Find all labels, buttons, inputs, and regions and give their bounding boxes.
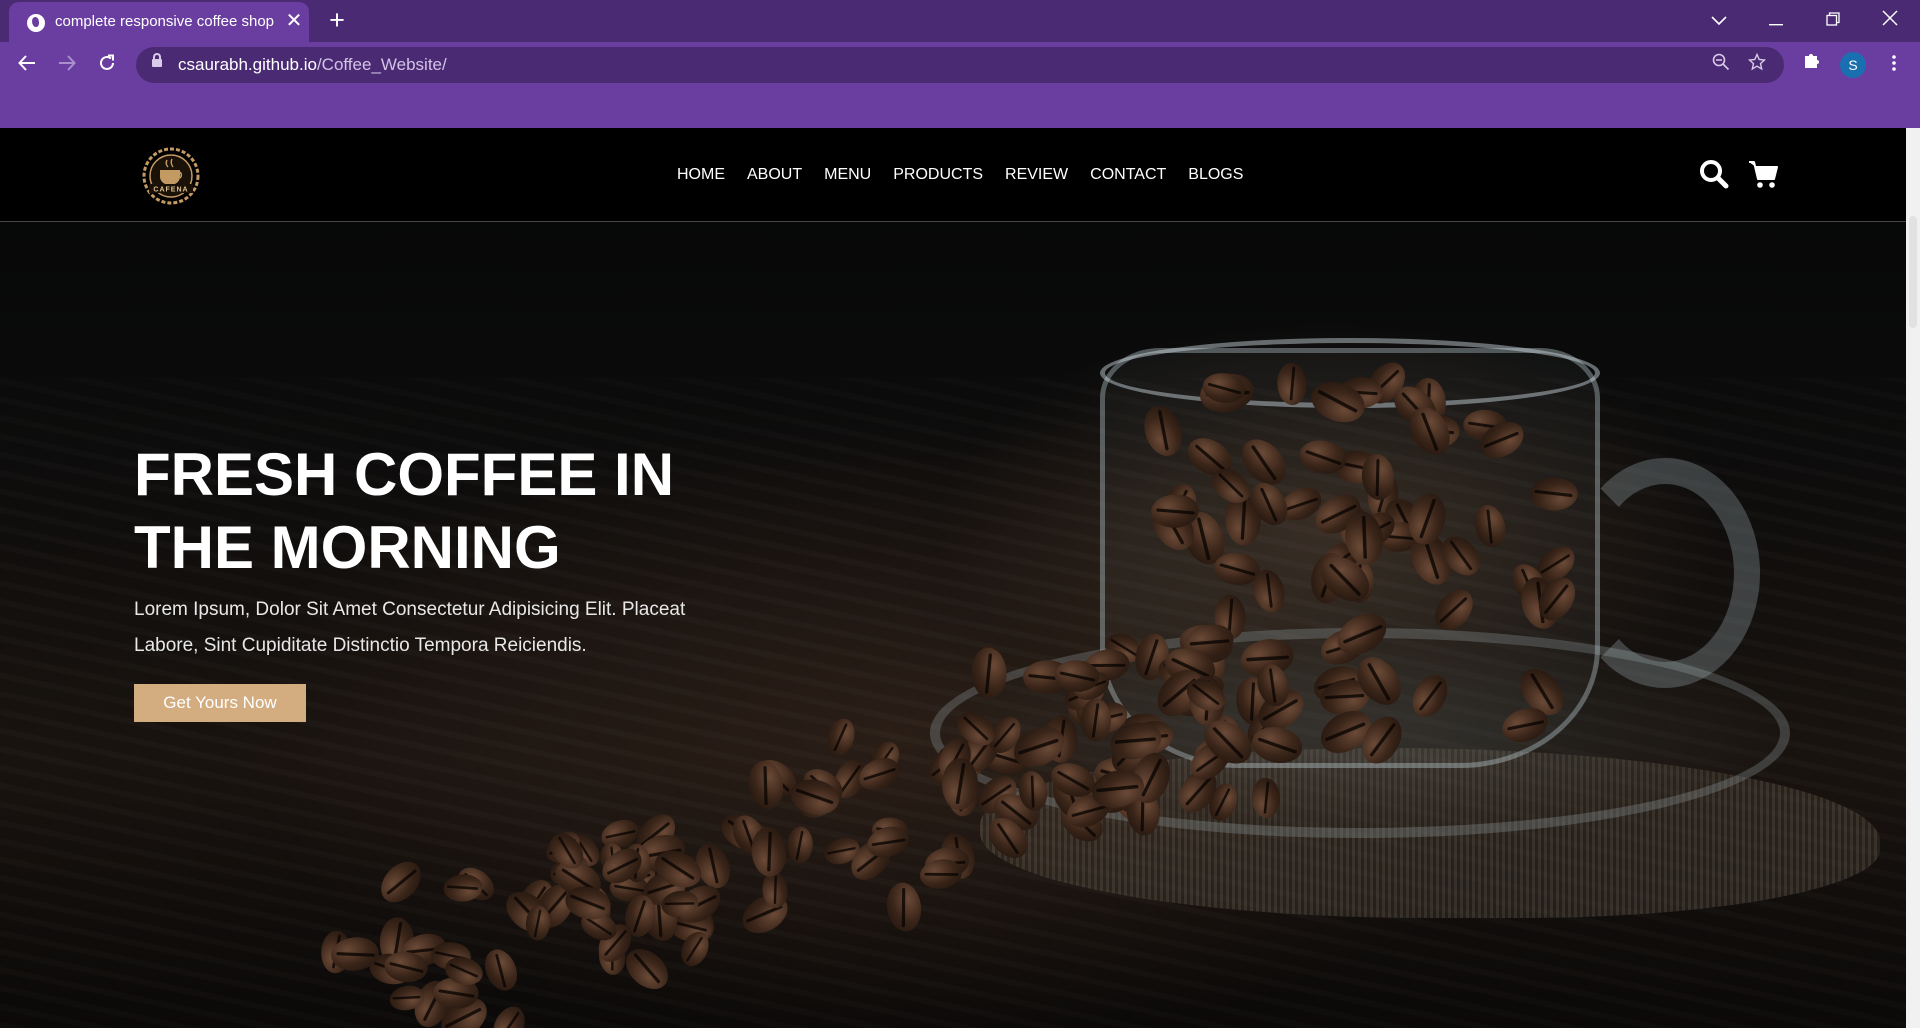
nav-blogs[interactable]: BLOGS [1188, 166, 1243, 184]
nav-home[interactable]: HOME [677, 166, 725, 184]
tab-title: complete responsive coffee shop website … [55, 13, 277, 30]
restore-icon [1826, 12, 1840, 26]
url-path: /Coffee_Website/ [316, 55, 447, 74]
coffee-bean [941, 757, 979, 810]
tab-strip: complete responsive coffee shop website … [0, 0, 1920, 42]
puzzle-icon [1805, 54, 1819, 68]
hero-subtitle-line1: Lorem Ipsum, Dolor Sit Amet Consectetur … [134, 599, 686, 620]
chevron-down-icon [1711, 16, 1727, 26]
cart-button[interactable] [1748, 158, 1780, 190]
back-button[interactable] [10, 48, 44, 82]
arrow-right-icon [59, 55, 76, 71]
reload-icon [100, 54, 114, 70]
extensions-button[interactable] [1798, 50, 1826, 78]
site-header: CAFENA HOME ABOUT MENU PRODUCTS REVIEW C… [0, 128, 1920, 222]
reload-button[interactable] [90, 48, 124, 82]
nav-products[interactable]: PRODUCTS [893, 166, 983, 184]
cafena-logo-icon: CAFENA [142, 147, 200, 205]
nav-menu[interactable]: MENU [824, 166, 871, 184]
url-text: csaurabh.github.io/Coffee_Website/ [178, 55, 447, 75]
browser-tab[interactable]: complete responsive coffee shop website … [9, 2, 309, 42]
arrow-left-icon [18, 55, 35, 71]
nav-about[interactable]: ABOUT [747, 166, 802, 184]
nav-review[interactable]: REVIEW [1005, 166, 1068, 184]
browser-menu-button[interactable] [1880, 50, 1908, 80]
website-viewport: CAFENA HOME ABOUT MENU PRODUCTS REVIEW C… [0, 128, 1920, 1028]
hero-subtitle-line2: Labore, Sint Cupiditate Distinctio Tempo… [134, 635, 587, 656]
close-icon [1882, 10, 1898, 26]
profile-avatar[interactable]: S [1840, 52, 1866, 78]
nav-contact[interactable]: CONTACT [1090, 166, 1166, 184]
close-window-button[interactable] [1870, 4, 1910, 36]
url-host: csaurabh.github.io [178, 55, 317, 74]
lock-icon [152, 53, 162, 67]
restore-button[interactable] [1813, 4, 1853, 36]
new-tab-button[interactable]: + [324, 6, 350, 34]
site-logo[interactable]: CAFENA [134, 146, 208, 206]
scrollbar-thumb[interactable] [1909, 216, 1917, 328]
hero-title-line1: FRESH COFFEE IN [134, 441, 675, 508]
tab-search-button[interactable] [1699, 4, 1739, 36]
star-icon [1747, 52, 1767, 71]
search-button[interactable] [1698, 158, 1730, 190]
coffee-bean [1081, 697, 1112, 742]
close-tab-icon[interactable]: ✕ [283, 10, 305, 32]
browser-toolbar: csaurabh.github.io/Coffee_Website/ S [0, 42, 1920, 88]
minimize-icon [1769, 24, 1783, 26]
hero-title-line2: THE MORNING [134, 514, 561, 581]
hero-subtitle: Lorem Ipsum, Dolor Sit Amet Consectetur … [134, 592, 734, 664]
bookmark-star-icon[interactable] [1744, 52, 1770, 78]
zoom-out-icon [1712, 53, 1730, 71]
forward-button[interactable] [50, 48, 84, 82]
cart-icon [1749, 161, 1778, 188]
globe-icon [27, 14, 45, 32]
more-vertical-icon [1892, 55, 1896, 71]
zoom-icon[interactable] [1708, 52, 1734, 78]
hero-title: FRESH COFFEE IN THE MORNING [134, 438, 754, 584]
address-bar[interactable]: csaurabh.github.io/Coffee_Website/ [136, 47, 1784, 83]
minimize-button[interactable] [1756, 4, 1796, 36]
logo-text: CAFENA [153, 187, 188, 194]
get-yours-now-button[interactable]: Get Yours Now [134, 684, 306, 722]
main-nav: HOME ABOUT MENU PRODUCTS REVIEW CONTACT … [677, 166, 1265, 184]
browser-chrome: complete responsive coffee shop website … [0, 0, 1920, 128]
search-icon [1700, 160, 1729, 189]
